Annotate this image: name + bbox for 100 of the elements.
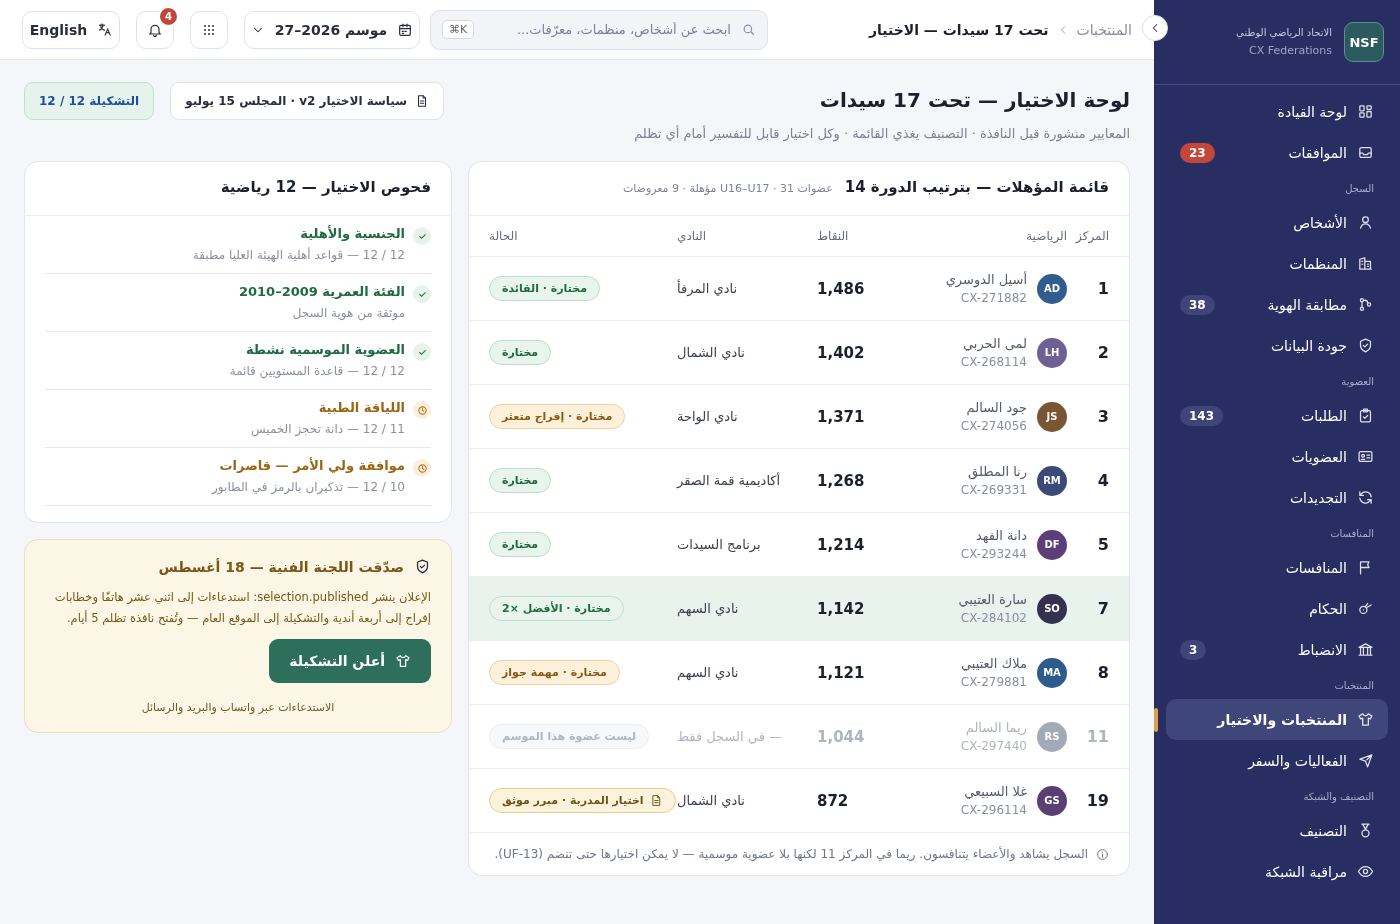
column-header: الرياضية: [1025, 229, 1067, 243]
page-title: لوحة الاختيار — تحت 17 سيدات: [818, 88, 1130, 112]
shield-check-icon: [414, 558, 431, 575]
count-badge: 23: [1180, 142, 1215, 163]
points-cell-text: 1,214: [817, 535, 866, 554]
notification-badge: 4: [158, 5, 179, 27]
athlete-id: CX-284102: [959, 611, 1027, 625]
check-title: موافقة ولي الأمر — قاصرات: [218, 458, 405, 473]
avatar: MA: [1037, 657, 1067, 688]
count-badge: 38: [1180, 294, 1215, 315]
sidebar-item[interactable]: جودة البيانات: [1166, 325, 1388, 366]
sidebar-item[interactable]: الفعاليات والسفر: [1166, 740, 1388, 781]
athlete-name: ملاك العتيبي: [960, 656, 1027, 671]
check-title: الجنسية والأهلية: [299, 226, 405, 241]
sidebar-item[interactable]: الأشخاص: [1166, 202, 1388, 243]
athlete-id: CX-269331: [960, 483, 1027, 497]
points-cell-text: 872: [817, 791, 850, 810]
translate-icon: [97, 22, 113, 37]
points-cell-text: 1,402: [817, 343, 866, 362]
sidebar-item[interactable]: المنافسات: [1166, 547, 1388, 588]
status-badge: اختيار المدربة · مبرر موثق: [489, 788, 676, 813]
nav-section-label: المنتخبات: [1333, 679, 1375, 693]
points-cell-text: 1,142: [817, 599, 866, 618]
person-icon: [1357, 214, 1374, 231]
rank-cell-text: 8: [1096, 663, 1109, 682]
club-cell-text: نادي الشمال: [677, 345, 746, 360]
breadcrumb-current: تحت 17 سيدات — الاختيار: [868, 21, 1049, 38]
status-badge: مختارة: [489, 340, 552, 365]
rank-cell-text: 11: [1085, 727, 1109, 746]
sidebar-item[interactable]: المنتخبات والاختيار: [1166, 699, 1388, 740]
column-header: المركز: [1074, 229, 1109, 243]
sidebar-item[interactable]: لوحة القيادة: [1166, 91, 1388, 132]
table-title: قائمة المؤهلات — بترتيب الدورة 14: [844, 178, 1109, 196]
rank-cell-text: 7: [1096, 599, 1109, 618]
points-cell-text: 1,268: [817, 471, 866, 490]
avatar: GS: [1037, 785, 1067, 816]
status-badge: مختارة: [489, 532, 552, 557]
sidebar-item[interactable]: التصنيف: [1166, 810, 1388, 851]
club-cell-text: نادي السهم: [677, 601, 740, 616]
table-footnote: السجل يشاهد والأعضاء يتنافسون. ريما في المركز 11 لكنها بلا عضوية موسمية — لا يمكن اختيارها حتى تنضم (UF-13).: [494, 847, 1088, 861]
info-icon: [1096, 847, 1109, 861]
season-dropdown[interactable]: موسم 2026–27: [244, 10, 420, 49]
count-badge: 3: [1180, 639, 1207, 660]
check-title: العضوية الموسمية نشطة: [245, 342, 405, 357]
club-cell-text: نادي السهم: [677, 665, 740, 680]
rank-cell-text: 3: [1096, 407, 1109, 426]
page-subtitle: المعايير منشورة قبل النافذة · التصنيف يغذي القائمة · وكل اختيار قابل للتفسير أمام أي تظلم: [634, 126, 1130, 141]
athlete-name: أسيل الدوسري: [945, 272, 1027, 287]
shield-icon: [1357, 337, 1374, 354]
athlete-id: CX-296114: [960, 803, 1027, 817]
status-badge: ليست عضوة هذا الموسم: [489, 724, 650, 749]
eye-icon: [1357, 863, 1374, 880]
grid-icon: [1357, 103, 1374, 120]
athlete-name: رنا المطلق: [967, 464, 1027, 479]
athlete-name: سارة العتيبي: [958, 592, 1027, 607]
organization-name: الاتحاد الرياضي الوطني: [1236, 27, 1332, 38]
whistle-icon: [1357, 600, 1374, 617]
points-cell-text: 1,486: [817, 279, 866, 298]
athlete-name: جود السالم: [965, 400, 1027, 415]
athlete-id: CX-279881: [960, 675, 1027, 689]
organization-subtitle: CX Federations: [1248, 44, 1332, 57]
club-cell-text: نادي الشمال: [677, 793, 746, 808]
announcement-text: الإعلان ينشر selection.published: استدعاءات إلى اثني عشر هاتفًا وخطابات إفراج إلى أربعة أندية والتشكيلة إلى الموقع العام — وتُفتح نافذة تظلم 5 أيام.: [53, 589, 431, 627]
nav-section-label: التصنيف والشبكة: [1302, 790, 1375, 805]
club-cell-text: أكاديمية قمة الصقر: [677, 473, 782, 488]
nav-section-label: العضوية: [1340, 375, 1375, 389]
rank-cell-text: 4: [1096, 471, 1109, 490]
status-badge: مختارة: [489, 468, 552, 493]
nodes-icon: [1357, 296, 1374, 313]
building-icon: [1357, 255, 1374, 272]
lineup-button[interactable]: التشكيلة 12 / 12: [24, 82, 155, 120]
sidebar-item[interactable]: المنظمات: [1166, 243, 1388, 284]
sidebar-item[interactable]: الحكام: [1166, 588, 1388, 629]
rank-cell-text: 1: [1096, 279, 1109, 298]
points-cell-text: 1,044: [817, 727, 866, 746]
check-detail: 12 / 12 — قواعد أهلية الهيئة العليا مطبقة: [192, 248, 405, 262]
calendar-icon: [397, 21, 414, 38]
status-badge: مختارة · إفراج متعثر: [489, 404, 626, 429]
avatar: RM: [1037, 465, 1067, 496]
athlete-name: ريما السالم: [964, 720, 1027, 735]
athlete-name: لمى الحربي: [961, 336, 1027, 351]
sidebar-item[interactable]: مراقبة الشبكة: [1166, 851, 1388, 892]
shirt-icon: [395, 653, 411, 669]
avatar: RS: [1037, 721, 1067, 752]
policy-button[interactable]: سياسة الاختيار v2 · المجلس 15 يوليو: [170, 82, 444, 120]
publish-button[interactable]: أعلن التشكيلة: [269, 639, 431, 683]
channels-note: الاستدعاءات عبر واتساب والبريد والرسائل: [140, 701, 336, 714]
athlete-id: CX-274056: [960, 419, 1027, 433]
apps-button[interactable]: [190, 10, 228, 49]
id-card-icon: [1357, 448, 1374, 465]
points-cell-text: 1,371: [817, 407, 866, 426]
sidebar-item[interactable]: التجديدات: [1166, 477, 1388, 518]
language-button[interactable]: English: [22, 10, 120, 49]
card-title: فحوص الاختيار — 12 رياضية: [25, 162, 451, 216]
column-header: الحالة: [489, 229, 519, 243]
column-header: النقاط: [817, 229, 850, 243]
count-badge: 143: [1180, 405, 1224, 426]
approval-title: صدّقت اللجنة الفنية — 18 أغسطس: [158, 558, 404, 575]
sidebar-item[interactable]: العضويات: [1166, 436, 1388, 477]
check-title: الفئة العمرية 2009–2010: [238, 284, 405, 299]
